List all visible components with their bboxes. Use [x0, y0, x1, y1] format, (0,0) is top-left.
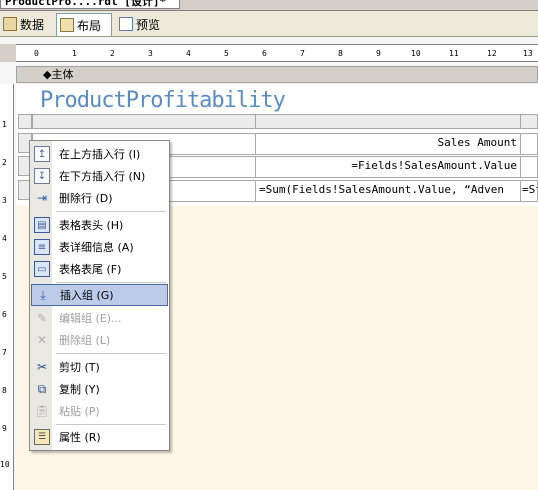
- ruler-label: 0: [34, 49, 39, 58]
- ruler-label: 2: [110, 49, 115, 58]
- properties-icon: ☰: [34, 429, 50, 445]
- tab-preview[interactable]: 预览: [116, 13, 168, 35]
- menu-item-table-footer[interactable]: ▭ 表格表尾 (F): [31, 258, 168, 280]
- delete-group-icon: ✕: [36, 333, 48, 347]
- menu-item-table-details[interactable]: ≡ 表详细信息 (A): [31, 236, 168, 258]
- tab-data-label: 数据: [20, 17, 45, 32]
- table-cell[interactable]: =St: [520, 180, 538, 202]
- ruler-label: 3: [148, 49, 153, 58]
- menu-item-label: 表详细信息 (A): [59, 241, 134, 254]
- ruler-label: 1: [72, 49, 77, 58]
- table-cell[interactable]: [520, 133, 538, 155]
- menu-item-insert-row-below[interactable]: ↧ 在下方插入行 (N): [31, 165, 168, 187]
- ruler-label: 4: [2, 234, 7, 243]
- ruler-corner: [0, 44, 16, 62]
- ruler-label: 11: [449, 49, 459, 58]
- ruler-label: 8: [338, 49, 343, 58]
- menu-item-label: 剪切 (T): [59, 361, 100, 374]
- tab-layout[interactable]: 布局: [56, 13, 112, 36]
- menu-item-label: 插入组 (G): [60, 289, 114, 302]
- horizontal-ruler: 0 1 2 3 4 5 6 7 8 9 10 11 12 13: [16, 44, 538, 62]
- ruler-label: 5: [2, 272, 7, 281]
- preview-icon: [119, 17, 133, 31]
- ruler-label: 10: [0, 460, 10, 469]
- vertical-ruler: 1 2 3 4 5 6 7 8 9 10: [0, 84, 14, 490]
- cut-icon: ✂: [36, 360, 48, 374]
- menu-item-copy[interactable]: ⧉ 复制 (Y): [31, 378, 168, 400]
- ruler-label: 5: [224, 49, 229, 58]
- menu-item-insert-group[interactable]: ⤓ 插入组 (G): [31, 284, 168, 306]
- report-title[interactable]: ProductProfitability: [40, 88, 286, 113]
- menu-item-label: 删除行 (D): [59, 192, 113, 205]
- table-corner-handle[interactable]: [18, 114, 32, 129]
- table-header-icon: ▤: [34, 217, 50, 233]
- table-cell[interactable]: Sales Amount: [255, 133, 521, 155]
- menu-item-cut[interactable]: ✂ 剪切 (T): [31, 356, 168, 378]
- ruler-label: 10: [411, 49, 421, 58]
- ruler-label: 4: [186, 49, 191, 58]
- ruler-label: 9: [376, 49, 381, 58]
- menu-separator: [56, 282, 166, 283]
- menu-separator: [56, 424, 166, 425]
- menu-item-table-header[interactable]: ▤ 表格表头 (H): [31, 214, 168, 236]
- insert-row-below-icon: ↧: [34, 168, 50, 184]
- menu-item-paste[interactable]: 📋︎ 粘贴 (P): [31, 400, 168, 422]
- insert-row-above-icon: ↥: [34, 146, 50, 162]
- ruler-label: 7: [2, 348, 7, 357]
- table-column-handle[interactable]: [32, 114, 256, 129]
- delete-row-icon: ⇥: [36, 191, 48, 205]
- tab-preview-label: 预览: [136, 17, 161, 32]
- menu-item-label: 编辑组 (E)...: [59, 312, 122, 325]
- edit-group-icon: ✎: [36, 311, 48, 325]
- menu-item-properties[interactable]: ☰ 属性 (R): [31, 426, 168, 448]
- view-tab-bar: 数据 布局 预览: [0, 11, 538, 37]
- menu-item-label: 属性 (R): [59, 431, 101, 444]
- ruler-label: 3: [2, 196, 7, 205]
- layout-icon: [60, 18, 74, 32]
- paste-icon: 📋︎: [34, 404, 50, 418]
- menu-item-label: 在下方插入行 (N): [59, 170, 146, 183]
- ruler-label: 9: [2, 424, 7, 433]
- table-cell[interactable]: [520, 156, 538, 178]
- data-icon: [3, 17, 17, 31]
- ruler-label: 8: [2, 386, 7, 395]
- document-tab[interactable]: ProductPro....rdl [设计]*: [0, 0, 180, 9]
- table-details-icon: ≡: [34, 239, 50, 255]
- menu-item-delete-row[interactable]: ⇥ 删除行 (D): [31, 187, 168, 209]
- ruler-label: 13: [523, 49, 533, 58]
- table-column-handle[interactable]: [520, 114, 538, 129]
- ruler-label: 2: [2, 158, 7, 167]
- ruler-label: 6: [2, 310, 7, 319]
- menu-item-label: 表格表尾 (F): [59, 263, 122, 276]
- menu-item-edit-group[interactable]: ✎ 编辑组 (E)...: [31, 307, 168, 329]
- body-section-header[interactable]: ◆主体: [16, 66, 538, 83]
- table-cell[interactable]: =Fields!SalesAmount.Value: [255, 156, 521, 178]
- table-footer-icon: ▭: [34, 261, 50, 277]
- ruler-label: 1: [2, 120, 7, 129]
- tab-data[interactable]: 数据: [0, 13, 50, 35]
- menu-item-label: 删除组 (L): [59, 334, 111, 347]
- insert-group-icon: ⤓: [40, 287, 46, 302]
- context-menu: ↥ 在上方插入行 (I) ↧ 在下方插入行 (N) ⇥ 删除行 (D) ▤ 表格…: [29, 140, 170, 451]
- menu-item-label: 表格表头 (H): [59, 219, 124, 232]
- copy-icon: ⧉: [37, 381, 47, 396]
- document-tab-strip: ProductPro....rdl [设计]*: [0, 0, 538, 11]
- table-cell[interactable]: =Sum(Fields!SalesAmount.Value, “Adven: [255, 180, 521, 202]
- ruler-label: 7: [300, 49, 305, 58]
- menu-item-delete-group[interactable]: ✕ 删除组 (L): [31, 329, 168, 351]
- table-column-handle[interactable]: [255, 114, 521, 129]
- menu-separator: [56, 211, 166, 212]
- ruler-label: 6: [262, 49, 267, 58]
- menu-item-label: 在上方插入行 (I): [59, 148, 141, 161]
- ruler-label: 12: [487, 49, 497, 58]
- tab-layout-label: 布局: [77, 18, 102, 33]
- menu-item-insert-row-above[interactable]: ↥ 在上方插入行 (I): [31, 143, 168, 165]
- menu-separator: [56, 353, 166, 354]
- menu-item-label: 粘贴 (P): [59, 405, 100, 418]
- menu-item-label: 复制 (Y): [59, 383, 100, 396]
